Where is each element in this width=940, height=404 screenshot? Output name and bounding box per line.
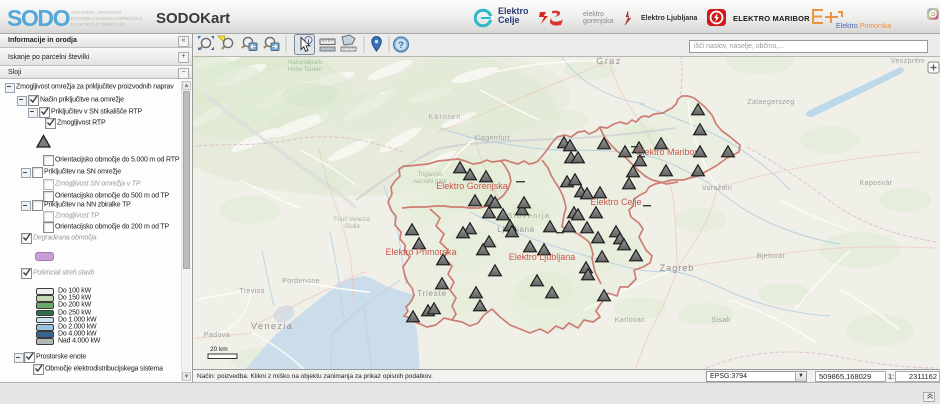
svg-text:Hohe Tauern: Hohe Tauern [288,67,322,73]
svg-text:Elektro Ljubljana: Elektro Ljubljana [509,252,576,262]
svg-text:Veszprém: Veszprém [891,58,925,65]
svg-text:Bjelovar: Bjelovar [757,253,786,260]
svg-text:Klagenfurt: Klagenfurt [474,135,510,142]
svg-text:Elektro Primorska: Elektro Primorska [385,247,456,257]
svg-text:Padova: Padova [204,332,230,339]
svg-text:Pordenone: Pordenone [282,278,320,285]
svg-text:Sisak: Sisak [711,317,730,324]
svg-text:Slovenija: Slovenija [507,211,550,220]
svg-text:Elektro Celje: Elektro Celje [590,197,641,207]
svg-text:Nationalpark: Nationalpark [288,60,323,66]
svg-text:Trieste: Trieste [417,289,447,298]
svg-text:Giulia: Giulia [344,224,360,230]
svg-text:Graz: Graz [596,57,622,66]
svg-text:Kaposvár: Kaposvár [860,180,893,187]
svg-text:Karlovac: Karlovac [615,317,646,324]
svg-text:Venezia: Venezia [251,321,293,332]
svg-text:Zagreb: Zagreb [660,263,695,273]
svg-text:Zalaegerszeg: Zalaegerszeg [747,99,794,106]
svg-text:20 km: 20 km [210,346,228,353]
svg-text:Kärnten: Kärnten [429,114,462,121]
svg-text:Elektro Maribor: Elektro Maribor [636,147,697,157]
svg-text:Treviso: Treviso [239,288,265,295]
svg-text:Triglavski: Triglavski [417,172,442,178]
svg-text:Elektro Gorenjska: Elektro Gorenjska [436,181,508,191]
svg-text:?: ? [398,40,404,51]
svg-text:Varaždin: Varaždin [702,185,732,192]
svg-text:Friuli Venezia: Friuli Venezia [334,217,371,223]
